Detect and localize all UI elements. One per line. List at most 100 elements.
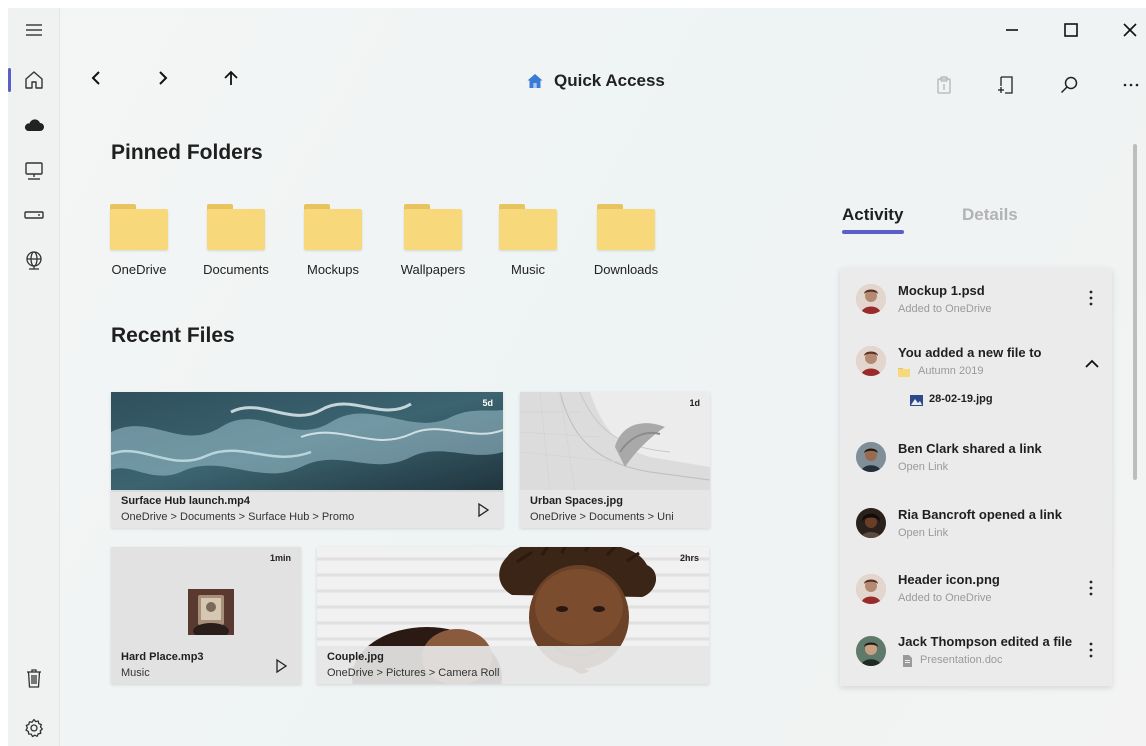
activity-title: Header icon.png [898, 572, 1000, 587]
avatar [856, 574, 886, 604]
file-path: Music [121, 667, 150, 679]
tab-activity[interactable]: Activity [842, 205, 903, 225]
folder-icon [207, 204, 265, 250]
drive-icon [24, 211, 44, 219]
file-path: OneDrive > Documents > Surface Hub > Pro… [121, 511, 355, 523]
nav-network-button[interactable] [8, 240, 60, 280]
document-icon [903, 655, 912, 667]
activity-title: Jack Thompson edited a file [898, 634, 1073, 649]
folder-label: Music [511, 262, 545, 277]
folder-documents[interactable]: Documents [196, 204, 276, 284]
activity-more-button[interactable] [1084, 578, 1098, 598]
paste-button[interactable] [926, 70, 962, 100]
close-button[interactable] [1106, 14, 1146, 46]
activity-more-button[interactable] [1084, 288, 1098, 308]
chevron-up-icon [1085, 359, 1099, 368]
home-icon [527, 74, 543, 88]
play-icon[interactable] [475, 502, 491, 518]
vertical-scrollbar[interactable] [1133, 144, 1137, 480]
arrow-up-icon [224, 70, 238, 85]
activity-child-file[interactable]: 28-02-19.jpg [929, 393, 993, 405]
activity-subtitle[interactable]: Open Link [898, 527, 948, 539]
recent-file-card[interactable]: 5d Surface Hub launch.mp4 OneDrive > Doc… [111, 392, 503, 528]
recent-file-card[interactable]: 1min Hard Place.mp3 Music [111, 547, 301, 684]
file-path: OneDrive > Pictures > Camera Roll [327, 667, 500, 679]
activity-more-button[interactable] [1084, 640, 1098, 660]
avatar [856, 636, 886, 666]
new-file-icon [998, 76, 1013, 94]
folder-icon [898, 368, 910, 377]
nav-recycle-bin-button[interactable] [8, 658, 60, 698]
back-button[interactable] [78, 64, 114, 92]
cloud-icon [24, 119, 44, 131]
folder-label: Wallpapers [400, 262, 466, 277]
up-button[interactable] [213, 64, 249, 92]
file-path: OneDrive > Documents > Uni [530, 511, 674, 523]
file-age-badge: 5d [482, 398, 493, 408]
chevron-right-icon [159, 71, 168, 85]
maximize-icon [1064, 23, 1078, 37]
nav-onedrive-button[interactable] [8, 105, 60, 145]
file-name: Couple.jpg [327, 651, 384, 663]
page-title: Quick Access [554, 71, 665, 90]
folder-icon [499, 204, 557, 250]
maximize-button[interactable] [1047, 14, 1095, 46]
tab-details[interactable]: Details [962, 205, 1018, 225]
nav-this-pc-button[interactable] [8, 151, 60, 191]
folder-onedrive[interactable]: OneDrive [99, 204, 179, 284]
activity-subtitle: Added to OneDrive [898, 303, 992, 315]
new-item-button[interactable] [988, 70, 1024, 100]
forward-button[interactable] [145, 64, 181, 92]
folder-label: Documents [203, 262, 269, 277]
activity-item[interactable]: Header icon.png Added to OneDrive [840, 560, 1112, 622]
activity-item[interactable]: Mockup 1.psd Added to OneDrive [840, 268, 1112, 330]
file-name: Urban Spaces.jpg [530, 495, 623, 507]
activity-item[interactable]: Jack Thompson edited a file Presentation… [840, 624, 1112, 686]
folder-icon [404, 204, 462, 250]
activity-title: You added a new file to [898, 345, 1042, 360]
activity-subtitle[interactable]: Open Link [898, 461, 948, 473]
file-info: Couple.jpg OneDrive > Pictures > Camera … [317, 646, 709, 684]
activity-subtitle: Presentation.doc [920, 654, 1003, 666]
video-thumbnail [111, 392, 503, 492]
recent-file-card[interactable]: 1d Urban Spaces.jpg OneDrive > Documents… [520, 392, 710, 528]
active-tab-indicator [842, 230, 904, 234]
album-art-thumbnail [188, 589, 234, 635]
play-icon[interactable] [273, 658, 289, 674]
folder-mockups[interactable]: Mockups [293, 204, 373, 284]
folder-music[interactable]: Music [488, 204, 568, 284]
file-age-badge: 1d [689, 398, 700, 408]
more-vertical-icon [1089, 642, 1093, 658]
activity-item[interactable]: Ria Bancroft opened a link Open Link [840, 494, 1112, 556]
activity-item[interactable]: Ben Clark shared a link Open Link [840, 428, 1112, 490]
minimize-icon [1006, 29, 1018, 31]
folder-downloads[interactable]: Downloads [586, 204, 666, 284]
activity-title: Mockup 1.psd [898, 283, 985, 298]
recent-file-card[interactable]: 2hrs Couple.jpg OneDrive > Pictures > Ca… [317, 547, 709, 684]
hamburger-menu-button[interactable] [8, 10, 60, 50]
search-button[interactable] [1051, 70, 1087, 100]
activity-title: Ben Clark shared a link [898, 441, 1042, 456]
activity-item[interactable]: You added a new file to Autumn 2019 28-0… [840, 338, 1112, 418]
folder-label: Mockups [306, 262, 360, 277]
more-vertical-icon [1089, 580, 1093, 596]
recent-files-heading: Recent Files [111, 324, 235, 347]
computer-icon [25, 162, 43, 180]
gear-icon [25, 718, 43, 738]
folder-icon [597, 204, 655, 250]
image-file-icon [910, 395, 923, 406]
folder-wallpapers[interactable]: Wallpapers [393, 204, 473, 284]
avatar [856, 284, 886, 314]
nav-home-button[interactable] [8, 60, 60, 100]
collapse-button[interactable] [1084, 354, 1100, 374]
more-options-button[interactable] [1113, 70, 1146, 100]
folder-icon [304, 204, 362, 250]
globe-icon [26, 251, 42, 270]
nav-drive-button[interactable] [8, 195, 60, 235]
nav-settings-button[interactable] [8, 708, 60, 746]
minimize-button[interactable] [988, 14, 1036, 46]
search-icon [1060, 76, 1078, 94]
folder-icon [110, 204, 168, 250]
activity-subtitle: Autumn 2019 [918, 365, 984, 377]
clipboard-icon [937, 76, 951, 94]
